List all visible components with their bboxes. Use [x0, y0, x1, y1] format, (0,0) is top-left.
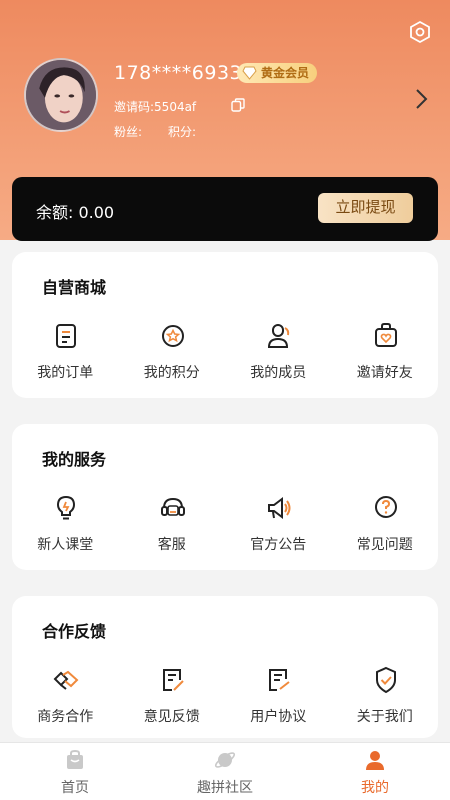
section-title: 我的服务 [42, 450, 107, 469]
withdraw-button[interactable]: 立即提现 [318, 193, 413, 223]
megaphone-icon [268, 497, 291, 519]
section-shop: 自营商城 我的订单 我的积分 我的成员 邀请好友 [12, 252, 438, 398]
menu-item-user-agreement[interactable]: 用户协议 [225, 666, 332, 736]
menu-item-about-us[interactable]: 关于我们 [332, 666, 439, 736]
menu-item-label: 关于我们 [356, 709, 413, 725]
menu-item-announcements[interactable]: 官方公告 [225, 494, 332, 564]
shield-check-icon [375, 666, 396, 694]
members-icon [267, 324, 290, 348]
question-icon [374, 496, 397, 518]
lightbulb-icon [56, 495, 76, 520]
feedback-icon [162, 669, 184, 691]
planet-icon [214, 752, 236, 768]
section-cooperation: 合作反馈 商务合作 意见反馈 用户协议 关于我们 [12, 596, 438, 738]
menu-item-label: 我的成员 [250, 365, 307, 381]
balance-amount: 余额: 0.00 [36, 203, 115, 222]
menu-item-label: 意见反馈 [143, 709, 200, 725]
person-icon [366, 751, 384, 770]
points-label: 积分: [168, 125, 197, 139]
vip-badge-label: 黄金会员 [261, 66, 310, 80]
tab-community[interactable]: 趣拼社区 [150, 743, 300, 800]
invite-friends-icon [374, 323, 397, 347]
handshake-icon [53, 670, 79, 690]
menu-item-label: 客服 [157, 537, 186, 553]
menu-item-my-points[interactable]: 我的积分 [119, 322, 226, 392]
vip-badge: 黄金会员 [237, 63, 318, 83]
menu-item-business-cooperation[interactable]: 商务合作 [12, 666, 119, 736]
section-title: 自营商城 [42, 278, 107, 297]
diamond-icon [242, 66, 257, 80]
menu-item-invite-friends[interactable]: 邀请好友 [332, 322, 439, 392]
copy-icon[interactable] [231, 98, 245, 112]
menu-item-customer-service[interactable]: 客服 [119, 494, 226, 564]
section-title: 合作反馈 [42, 622, 107, 641]
menu-item-label: 商务合作 [37, 709, 94, 725]
avatar[interactable] [24, 58, 98, 132]
settings-hexagon-icon[interactable] [408, 20, 432, 44]
tab-home[interactable]: 首页 [0, 743, 150, 800]
home-bag-icon [67, 749, 83, 769]
tab-mine[interactable]: 我的 [300, 743, 450, 800]
menu-item-label: 新人课堂 [37, 537, 94, 553]
fans-label: 粉丝: [114, 125, 143, 139]
menu-item-feedback[interactable]: 意见反馈 [119, 666, 226, 736]
section-services: 我的服务 新人课堂 客服 官方公告 常见问题 [12, 424, 438, 570]
bottom-tab-bar: 首页 趣拼社区 我的 [0, 742, 450, 800]
agreement-icon [269, 669, 290, 691]
tab-label: 首页 [61, 780, 89, 796]
user-phone: 178****6933 [114, 62, 243, 84]
order-icon [56, 324, 76, 348]
tab-label: 趣拼社区 [197, 780, 253, 796]
menu-item-label: 我的积分 [143, 365, 200, 381]
menu-item-label: 我的订单 [37, 365, 94, 381]
balance-bar: 余额: 0.00 立即提现 [12, 177, 438, 241]
menu-item-label: 邀请好友 [356, 365, 413, 381]
menu-item-label: 用户协议 [250, 709, 307, 725]
menu-item-label: 官方公告 [250, 537, 307, 553]
tab-label: 我的 [361, 780, 389, 796]
customer-service-icon [160, 497, 185, 516]
menu-item-faq[interactable]: 常见问题 [332, 494, 439, 564]
invite-code: 邀请码:5504af [114, 100, 197, 114]
menu-item-newbie-class[interactable]: 新人课堂 [12, 494, 119, 564]
chevron-right-icon[interactable] [414, 88, 428, 110]
points-icon [161, 325, 184, 347]
menu-item-my-members[interactable]: 我的成员 [225, 322, 332, 392]
menu-item-label: 常见问题 [356, 537, 413, 553]
menu-item-my-orders[interactable]: 我的订单 [12, 322, 119, 392]
